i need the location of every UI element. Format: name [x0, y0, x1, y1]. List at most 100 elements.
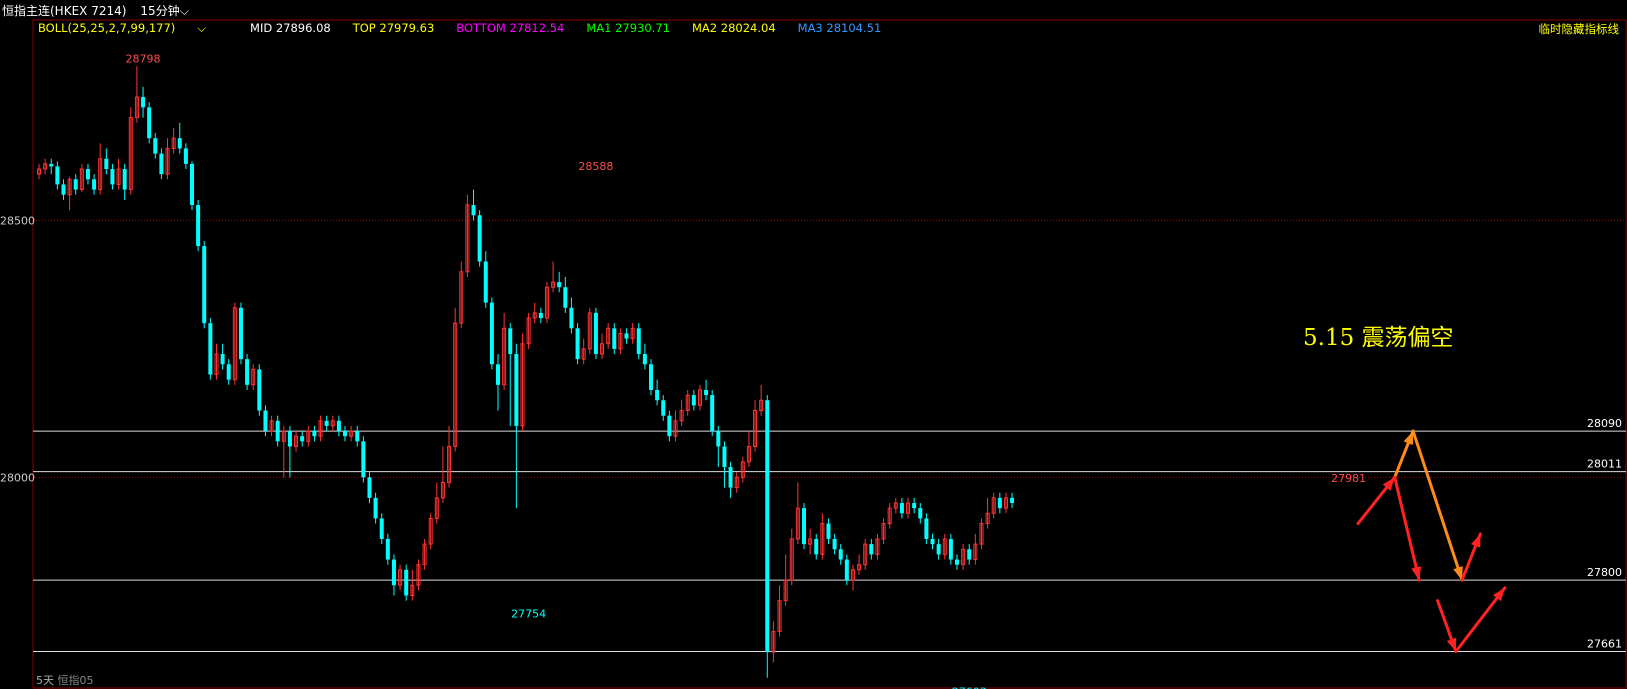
candle — [728, 461, 733, 498]
candle — [245, 354, 250, 390]
candle — [918, 503, 923, 524]
candle — [887, 503, 892, 529]
candle — [740, 456, 745, 483]
candle-body — [159, 153, 164, 175]
candle — [930, 533, 935, 550]
candle — [67, 176, 72, 211]
candle — [79, 163, 84, 193]
candle — [606, 323, 611, 349]
candle-body — [196, 204, 201, 247]
candle — [55, 161, 60, 190]
candle — [196, 199, 201, 252]
arrow-head — [1403, 431, 1414, 446]
candle-body — [55, 166, 60, 185]
candle-body — [575, 328, 580, 360]
candle — [710, 389, 715, 437]
candle — [141, 86, 146, 118]
candle — [814, 533, 819, 560]
candle — [612, 323, 617, 354]
candle — [398, 564, 403, 591]
candle-body — [343, 431, 347, 437]
candle-body — [496, 364, 500, 385]
candle — [128, 107, 133, 195]
candles — [37, 66, 1015, 678]
candle — [808, 528, 813, 555]
candle — [997, 492, 1002, 514]
candle — [294, 431, 299, 452]
footer-contract: 恒指05 — [57, 674, 94, 687]
level-label: 27800 — [1587, 566, 1622, 579]
candle — [502, 312, 507, 390]
candle-body — [483, 261, 488, 303]
candle-body — [324, 420, 329, 426]
candle — [147, 102, 152, 144]
candle-body — [190, 163, 194, 205]
candle — [324, 415, 329, 432]
candle — [312, 425, 317, 442]
candle — [924, 513, 929, 545]
candle-body — [104, 158, 109, 170]
candle-body — [226, 364, 231, 380]
candle-body — [593, 312, 598, 354]
candle — [936, 538, 941, 560]
candle-body — [832, 538, 837, 550]
candle — [826, 518, 831, 545]
candle — [820, 513, 825, 560]
candle-body — [385, 538, 390, 560]
candle-body — [826, 523, 831, 539]
candle — [557, 271, 562, 293]
candle — [526, 312, 531, 349]
extreme-price-label: 27981 — [1331, 472, 1366, 485]
candle — [440, 446, 445, 504]
candle-body — [667, 415, 672, 437]
candle-body — [661, 400, 666, 416]
candle-body — [61, 184, 66, 195]
candle-body — [177, 138, 182, 149]
candle — [202, 240, 207, 329]
candle — [734, 472, 739, 493]
candle-body — [948, 538, 953, 560]
candle — [753, 400, 758, 452]
candle — [275, 415, 280, 447]
candle-body — [183, 148, 188, 164]
candle — [691, 389, 696, 411]
arrow-head — [1470, 533, 1481, 548]
footer-days: 5天 — [36, 674, 54, 687]
candle — [355, 425, 360, 447]
candle-body — [814, 538, 819, 555]
candle — [361, 436, 366, 483]
candle — [857, 554, 862, 575]
candle-body — [649, 364, 653, 390]
candle — [208, 318, 213, 380]
candle — [514, 343, 519, 509]
candle — [875, 533, 880, 560]
candle — [220, 343, 225, 370]
candle — [330, 415, 335, 432]
forecast-arrow — [1460, 532, 1482, 582]
candle-body — [924, 518, 929, 539]
candle-body — [557, 282, 562, 288]
candle — [832, 533, 837, 555]
candle-body — [489, 302, 494, 365]
candle — [1010, 492, 1015, 509]
candle — [667, 410, 672, 442]
candle — [906, 497, 911, 519]
y-tick-label: 28000 — [0, 471, 35, 484]
candle-body — [379, 518, 384, 539]
candle-body — [245, 359, 250, 385]
candle — [85, 163, 90, 185]
candle — [642, 343, 647, 370]
candle — [1003, 492, 1008, 514]
candle — [104, 148, 109, 175]
candle — [453, 307, 458, 452]
extreme-price-label: 28588 — [578, 160, 613, 173]
candle-body — [373, 497, 378, 519]
candle-body — [471, 204, 476, 216]
candle-body — [655, 389, 660, 401]
candle — [655, 379, 660, 406]
candle — [661, 395, 666, 421]
candle — [704, 379, 709, 401]
candle-body — [802, 508, 806, 545]
candle — [520, 333, 525, 432]
candle — [955, 554, 959, 570]
